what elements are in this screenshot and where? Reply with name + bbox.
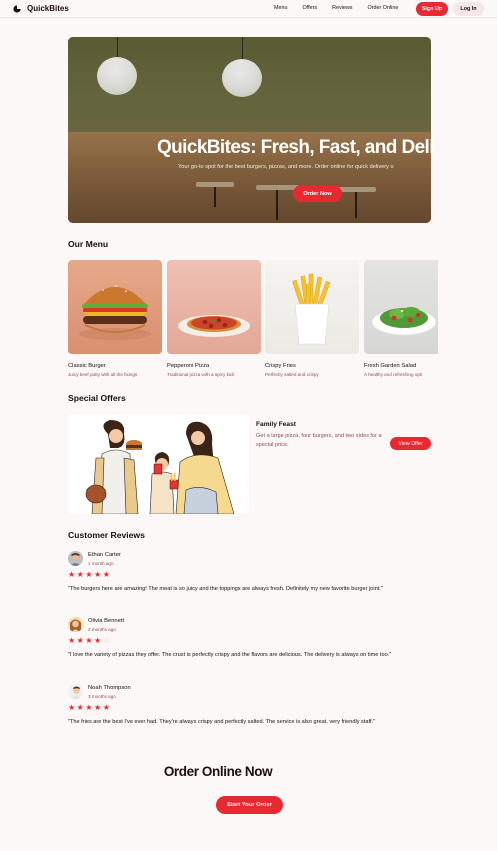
avatar: [68, 551, 83, 566]
menu-card[interactable]: Classic Burger Juicy beef patty with all…: [68, 260, 162, 377]
star-filled-icon: ★: [68, 570, 76, 579]
star-filled-icon: ★: [94, 570, 102, 579]
log-in-button[interactable]: Log In: [453, 2, 484, 16]
star-filled-icon: ★: [85, 570, 93, 579]
menu-item-desc: Traditional pizza with a spicy kick: [167, 372, 235, 377]
nav-link-order-online[interactable]: Order Online: [367, 5, 398, 11]
order-now-button[interactable]: Order Now: [293, 185, 342, 202]
family-feast-image: [68, 414, 249, 514]
star-filled-icon: ★: [85, 636, 93, 645]
hero-banner: [68, 37, 431, 223]
menu-card[interactable]: Fresh Garden Salad A healthy and refresh…: [364, 260, 438, 377]
top-navbar: QuickBites Menu Offers Reviews Order Onl…: [0, 0, 497, 18]
menu-item-name: Crispy Fries: [265, 363, 296, 369]
reviewer-name: Olivia Bennett: [88, 618, 125, 624]
menu-item-desc: Perfectly salted and crispy: [265, 372, 319, 377]
review-time: 1 month ago: [88, 561, 114, 566]
menu-card[interactable]: Crispy Fries Perfectly salted and crispy: [265, 260, 359, 377]
review-text: "I love the variety of pizzas they offer…: [68, 652, 392, 658]
star-filled-icon: ★: [102, 570, 110, 579]
pizza-icon: [178, 315, 250, 337]
view-offer-button[interactable]: View Offer: [390, 437, 431, 450]
offer-title: Family Feast: [256, 421, 296, 428]
main-nav: Menu Offers Reviews Order Online: [274, 5, 398, 11]
hero-subtitle: Your go-to spot for the best burgers, pi…: [178, 164, 394, 170]
nav-link-offers[interactable]: Offers: [303, 5, 318, 11]
menu-card[interactable]: Pepperoni Pizza Traditional pizza with a…: [167, 260, 261, 377]
star-filled-icon: ★: [102, 703, 110, 712]
menu-section-title: Our Menu: [68, 239, 109, 249]
menu-item-name: Classic Burger: [68, 363, 106, 369]
review-time: 2 months ago: [88, 627, 116, 632]
star-rating: ★ ★ ★ ★ ★: [68, 571, 110, 579]
star-filled-icon: ★: [94, 636, 102, 645]
fries-image: [265, 260, 359, 354]
family-illustration: [85, 420, 235, 514]
sign-up-button[interactable]: Sign Up: [416, 2, 448, 16]
star-filled-icon: ★: [76, 570, 84, 579]
star-filled-icon: ★: [94, 703, 102, 712]
review-time: 3 months ago: [88, 694, 116, 699]
pizza-image: [167, 260, 261, 354]
star-rating: ★ ★ ★ ★ ☆: [68, 637, 110, 645]
burger-icon: [79, 285, 151, 340]
offers-section-title: Special Offers: [68, 393, 126, 403]
offer-description: Get a large pizza, four burgers, and two…: [256, 433, 382, 448]
brand-name: QuickBites: [27, 4, 69, 13]
star-filled-icon: ★: [85, 703, 93, 712]
nav-link-reviews[interactable]: Reviews: [332, 5, 352, 11]
star-filled-icon: ★: [76, 636, 84, 645]
menu-item-desc: Juicy beef patty with all the fixings: [68, 372, 138, 377]
avatar: [68, 617, 83, 632]
reviews-section-title: Customer Reviews: [68, 530, 145, 540]
hero-title: QuickBites: Fresh, Fast, and Deli: [157, 137, 434, 158]
start-order-button[interactable]: Start Your Order: [216, 796, 283, 814]
hero-overlay: [68, 37, 431, 223]
reviewer-name: Noah Thompson: [88, 685, 131, 691]
reviewer-name: Ethan Carter: [88, 552, 121, 558]
star-filled-icon: ★: [68, 703, 76, 712]
review-text: "The fries are the best I've ever had. T…: [68, 719, 376, 725]
order-section-title: Order Online Now: [163, 764, 273, 779]
fries-icon: [292, 273, 331, 345]
logo-icon: [13, 4, 21, 13]
menu-item-name: Pepperoni Pizza: [167, 363, 210, 369]
review-text: "The burgers here are amazing! The meat …: [68, 586, 383, 592]
star-filled-icon: ★: [76, 703, 84, 712]
salad-image: [364, 260, 438, 354]
menu-item-desc: A healthy and refreshing opti: [364, 372, 423, 377]
burger-image: [68, 260, 162, 354]
menu-carousel[interactable]: Classic Burger Juicy beef patty with all…: [68, 260, 438, 380]
star-filled-icon: ★: [68, 636, 76, 645]
brand[interactable]: QuickBites: [13, 4, 69, 13]
star-empty-icon: ☆: [102, 636, 110, 645]
menu-item-name: Fresh Garden Salad: [364, 363, 417, 369]
salad-icon: [371, 307, 437, 336]
review-card: Noah Thompson 3 months ago ★ ★ ★ ★ ★ "Th…: [68, 684, 438, 734]
nav-link-menu[interactable]: Menu: [274, 5, 288, 11]
avatar: [68, 684, 83, 699]
review-card: Olivia Bennett 2 months ago ★ ★ ★ ★ ☆ "I…: [68, 617, 438, 677]
star-rating: ★ ★ ★ ★ ★: [68, 704, 110, 712]
review-card: Ethan Carter 1 month ago ★ ★ ★ ★ ★ "The …: [68, 551, 438, 611]
